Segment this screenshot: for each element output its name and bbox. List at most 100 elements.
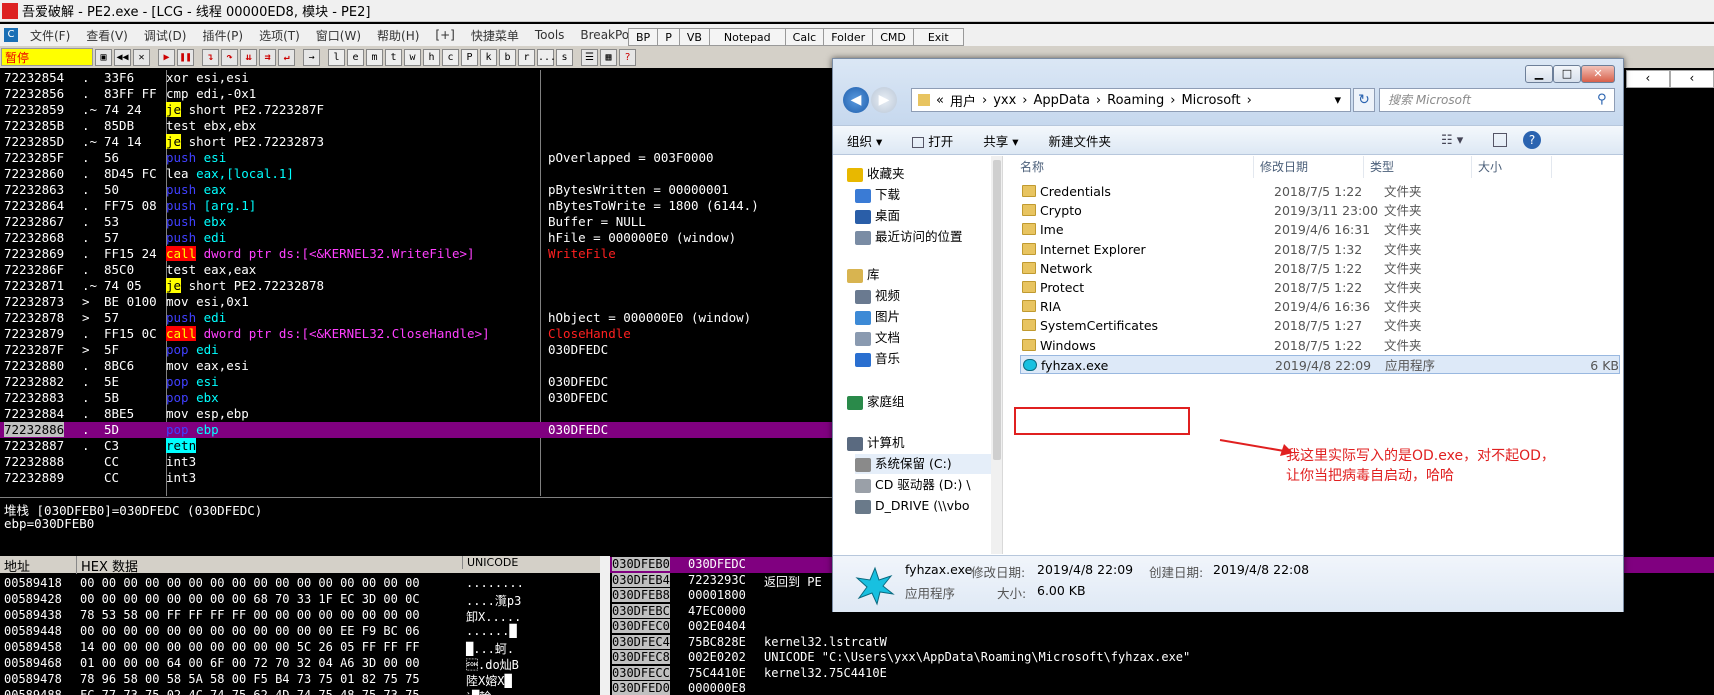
- nav-item[interactable]: 库: [847, 265, 880, 285]
- exit-button[interactable]: Exit: [912, 28, 964, 46]
- organize-button[interactable]: 组织 ▾: [847, 131, 882, 150]
- nav-item[interactable]: D_DRIVE (\\vbo: [855, 496, 970, 516]
- nav-item[interactable]: CD 驱动器 (D:) \: [855, 475, 971, 495]
- disasm-row[interactable]: 72232856. 83FF FF cmp edi,-0x1: [0, 86, 840, 102]
- disasm-row[interactable]: 7223286F. 85C0 test eax,eax: [0, 262, 840, 278]
- preview-pane-icon[interactable]: [1493, 133, 1507, 147]
- open-icon[interactable]: ▣: [95, 48, 112, 66]
- disasm-row[interactable]: 72232883. 5B pop ebx 030DFEDC: [0, 390, 840, 406]
- menu-help[interactable]: 帮助(H): [369, 27, 427, 44]
- address-bar[interactable]: « 用户 › yxx › AppData › Roaming › Microsoft › …: [911, 88, 1351, 112]
- nav-scrollbar[interactable]: [991, 156, 1002, 554]
- file-row[interactable]: Credentials 2018/7/5 1:22 文件夹: [1020, 182, 1620, 201]
- notepad-button[interactable]: Notepad: [708, 28, 786, 46]
- toolbar-t[interactable]: t: [385, 48, 402, 66]
- disasm-row[interactable]: 72232864. FF75 08 push [arg.1] nBytesToWrit…: [0, 198, 840, 214]
- c-icon[interactable]: C: [4, 28, 18, 42]
- trace-into-icon[interactable]: ⇊: [240, 48, 257, 66]
- nav-item[interactable]: 桌面: [855, 206, 900, 226]
- nav-item[interactable]: 视频: [855, 286, 900, 306]
- toolbar-r[interactable]: r: [518, 48, 535, 66]
- file-row[interactable]: Windows 2018/7/5 1:22 文件夹: [1020, 336, 1620, 355]
- disasm-row[interactable]: 7223285F. 56 push esi pOverlapped = 003F000…: [0, 150, 840, 166]
- disasm-row[interactable]: 72232887. C3 retn: [0, 438, 840, 454]
- col-name[interactable]: 名称: [1014, 156, 1254, 178]
- toolbar-dots[interactable]: ...: [537, 48, 556, 66]
- help-icon[interactable]: ?: [619, 48, 636, 66]
- nav-item[interactable]: 音乐: [855, 349, 900, 369]
- breadcrumb-yxx[interactable]: yxx: [993, 93, 1016, 108]
- file-row[interactable]: Protect 2018/7/5 1:22 文件夹: [1020, 278, 1620, 297]
- grid-icon[interactable]: ▦: [600, 48, 617, 66]
- stack-row[interactable]: 030DFEC0 002E0404: [610, 619, 1714, 635]
- folder-button[interactable]: Folder: [823, 28, 874, 46]
- disasm-row[interactable]: 72232879. FF15 0C call dword ptr ds:[<&KER…: [0, 326, 840, 342]
- nav-item[interactable]: 系统保留 (C:): [855, 454, 991, 474]
- disasm-row[interactable]: 72232886. 5D pop ebp 030DFEDC: [0, 422, 840, 438]
- forward-icon[interactable]: ▶: [871, 87, 897, 113]
- menu-shortcut[interactable]: 快捷菜单: [463, 27, 527, 44]
- disasm-row[interactable]: 72232860. 8D45 FC lea eax,[local.1]: [0, 166, 840, 182]
- disasm-row[interactable]: 72232873 > BE 0100 mov esi,0x1: [0, 294, 840, 310]
- back-icon[interactable]: ◀: [843, 87, 869, 113]
- breadcrumb-microsoft[interactable]: Microsoft: [1181, 93, 1240, 108]
- search-input[interactable]: 搜索 Microsoft: [1379, 88, 1615, 112]
- disasm-row[interactable]: 72232869. FF15 24 call dword ptr ds:[<&KER…: [0, 246, 840, 262]
- disassembly-pane[interactable]: 72232854. 33F6 xor esi,esi 72232856. 83FF FF…: [0, 70, 840, 496]
- toolbar-b[interactable]: b: [499, 48, 516, 66]
- pause-icon[interactable]: ❚❚: [177, 48, 194, 66]
- view-options-icon[interactable]: ☷ ▾: [1441, 133, 1463, 148]
- chevron-left-icon[interactable]: ‹: [1670, 70, 1714, 88]
- stack-row[interactable]: 030DFEC4 75BC828E kernel32.lstrcatW: [610, 634, 1714, 651]
- toolbar-h[interactable]: h: [423, 48, 440, 66]
- chevron-left-icon[interactable]: ‹: [1626, 70, 1670, 88]
- disasm-row[interactable]: 72232867. 53 push ebx Buffer = NULL: [0, 214, 840, 230]
- breadcrumb-back[interactable]: «: [936, 93, 944, 108]
- toolbar-c[interactable]: c: [442, 48, 459, 66]
- minimize-button[interactable]: ▁: [1525, 65, 1553, 83]
- toolbar-w[interactable]: w: [404, 48, 421, 66]
- nav-item[interactable]: 下载: [855, 185, 900, 205]
- disasm-row[interactable]: 72232863. 50 push eax pBytesWritten = 00000…: [0, 182, 840, 198]
- file-row[interactable]: RIA 2019/4/6 16:36 文件夹: [1020, 297, 1620, 316]
- file-row[interactable]: SystemCertificates 2018/7/5 1:27 文件夹: [1020, 316, 1620, 335]
- col-unicode[interactable]: UNICODE: [462, 556, 518, 569]
- breadcrumb-appdata[interactable]: AppData: [1033, 93, 1089, 108]
- col-address[interactable]: 地址: [4, 556, 30, 575]
- calc-button[interactable]: Calc: [784, 28, 825, 46]
- p-button[interactable]: P: [657, 28, 680, 46]
- stack-row[interactable]: 030DFECC 75C4410E kernel32.75C4410E: [610, 665, 1714, 682]
- bp-button[interactable]: BP: [628, 28, 659, 46]
- toolbar-k[interactable]: k: [480, 48, 497, 66]
- cmd-button[interactable]: CMD: [872, 28, 914, 46]
- disasm-row[interactable]: 72232882. 5E pop esi 030DFEDC: [0, 374, 840, 390]
- disasm-row[interactable]: 7223287F >5F pop edi 030DFEDC: [0, 342, 840, 358]
- col-hex[interactable]: HEX 数据: [76, 556, 138, 575]
- col-type[interactable]: 类型: [1364, 156, 1472, 178]
- col-date[interactable]: 修改日期: [1254, 156, 1364, 178]
- nav-item[interactable]: 图片: [855, 307, 900, 327]
- toolbar-m[interactable]: m: [366, 48, 383, 66]
- disasm-row[interactable]: 7223285B. 85DB test ebx,ebx: [0, 118, 840, 134]
- menu-plus[interactable]: [+]: [427, 28, 462, 42]
- trace-over-icon[interactable]: ⇉: [259, 48, 276, 66]
- vb-button[interactable]: VB: [678, 28, 710, 46]
- breadcrumb-users[interactable]: 用户: [950, 91, 976, 110]
- disasm-row[interactable]: 72232854. 33F6 xor esi,esi: [0, 70, 840, 86]
- nav-item[interactable]: 家庭组: [847, 392, 905, 412]
- breadcrumb-roaming[interactable]: Roaming: [1107, 93, 1164, 108]
- new-folder-button[interactable]: 新建文件夹: [1049, 131, 1112, 150]
- step-over-icon[interactable]: ↷: [221, 48, 238, 66]
- disasm-row[interactable]: 7223285D .~ 74 14 je short PE2.72232873: [0, 134, 840, 150]
- run-icon[interactable]: ▶: [158, 48, 175, 66]
- dump-scrollbar[interactable]: [600, 556, 610, 695]
- menu-file[interactable]: 文件(F): [22, 27, 78, 44]
- stack-row[interactable]: 030DFEC8 002E0202 UNICODE "C:\Users\yxx\Ap…: [610, 650, 1714, 666]
- menu-view[interactable]: 查看(V): [78, 27, 136, 44]
- goto-icon[interactable]: →: [303, 48, 320, 66]
- file-row[interactable]: Crypto 2019/3/11 23:00 文件夹: [1020, 201, 1620, 220]
- disasm-row[interactable]: 72232868. 57 push edi hFile = 000000E0 (win…: [0, 230, 840, 246]
- disasm-row[interactable]: 72232871 .~ 74 05 je short PE2.72232878: [0, 278, 840, 294]
- toolbar-e[interactable]: e: [347, 48, 364, 66]
- nav-item[interactable]: 计算机: [847, 433, 905, 453]
